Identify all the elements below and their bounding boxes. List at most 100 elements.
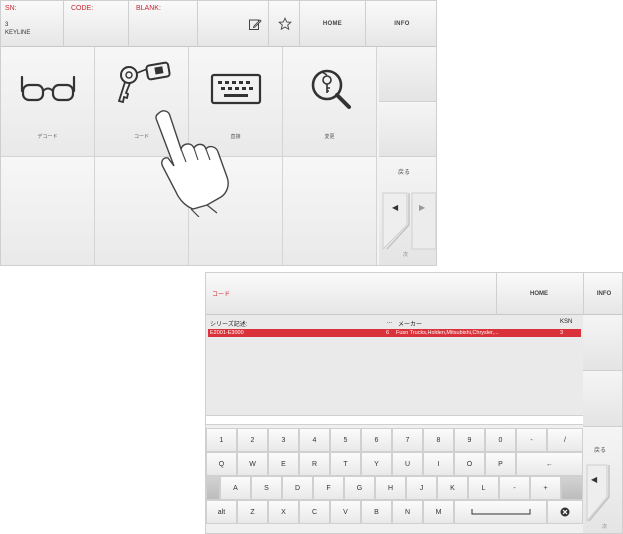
key[interactable]: -	[516, 428, 547, 452]
key[interactable]: 0	[485, 428, 516, 452]
menu-tile-change[interactable]: 変更	[283, 47, 377, 157]
nav-arrows-panel	[382, 192, 436, 251]
key[interactable]: 5	[330, 428, 361, 452]
clear-icon	[560, 507, 570, 517]
key[interactable]: G	[344, 476, 375, 500]
column-header-ksn: KSN	[560, 319, 573, 325]
key[interactable]: X	[268, 500, 299, 524]
key[interactable]: R	[299, 452, 330, 476]
info-button[interactable]: INFO	[366, 1, 436, 47]
key[interactable]: 9	[454, 428, 485, 452]
sn-number: 3	[5, 22, 9, 28]
previous-arrow-icon[interactable]: ◀	[392, 203, 398, 212]
cell-series: E2001-E3000	[210, 330, 244, 336]
back-button[interactable]: 戻る	[398, 167, 410, 176]
info-button[interactable]: INFO	[584, 273, 622, 315]
key[interactable]: I	[423, 452, 454, 476]
key[interactable]: D	[282, 476, 313, 500]
keyline-text: KEYLINE	[5, 30, 31, 36]
key[interactable]: 2	[237, 428, 268, 452]
next-button[interactable]: 次	[403, 251, 408, 258]
key[interactable]: S	[251, 476, 282, 500]
key[interactable]: F	[313, 476, 344, 500]
key[interactable]: T	[330, 452, 361, 476]
sn-value: 3 KEYLINE	[5, 21, 30, 37]
empty-tile	[283, 157, 377, 265]
key[interactable]: 6	[361, 428, 392, 452]
shift-key[interactable]	[206, 476, 220, 500]
previous-arrow-icon[interactable]: ◀	[591, 475, 597, 484]
side-slot	[583, 315, 622, 371]
back-button[interactable]: 戻る	[594, 445, 606, 454]
key[interactable]: 4	[299, 428, 330, 452]
key[interactable]: J	[406, 476, 437, 500]
column-header-maker: メーカー	[398, 322, 423, 328]
code-label: CODE:	[71, 5, 94, 12]
key[interactable]: 3	[268, 428, 299, 452]
key[interactable]: O	[454, 452, 485, 476]
decode-label: デコード	[37, 134, 58, 140]
key[interactable]: V	[330, 500, 361, 524]
cell-maker: Fuso Trucks,Holden,Mitsubishi,Chrysler,.…	[396, 330, 499, 336]
key[interactable]: -	[499, 476, 530, 500]
side-slot	[379, 102, 436, 157]
on-screen-keyboard: 1 2 3 4 5 6 7 8 9 0 - / Q W E R T Y U I …	[206, 425, 583, 533]
menu-tile-decode[interactable]: デコード	[1, 47, 95, 157]
space-key[interactable]	[454, 500, 547, 524]
key[interactable]: 8	[423, 428, 454, 452]
cell-count: 6	[386, 330, 390, 336]
key[interactable]: K	[437, 476, 468, 500]
empty-tile	[1, 157, 95, 265]
search-input[interactable]	[206, 415, 583, 425]
key[interactable]: B	[361, 500, 392, 524]
key[interactable]: N	[392, 500, 423, 524]
key[interactable]: C	[299, 500, 330, 524]
star-icon	[278, 17, 292, 31]
key[interactable]: Q	[206, 452, 237, 476]
column-header-series: シリーズ記述:	[210, 322, 248, 328]
table-row[interactable]: E2001-E3000 6 Fuso Trucks,Holden,Mitsubi…	[208, 329, 581, 337]
main-menu-screen: SN: 3 KEYLINE CODE: BLANK: HOME INFO デコー…	[0, 0, 437, 266]
alt-key[interactable]: alt	[206, 500, 237, 524]
blank-label: BLANK:	[136, 5, 161, 12]
next-button[interactable]: 次	[602, 523, 607, 530]
next-arrow-icon[interactable]: ▶	[419, 203, 425, 212]
keyboard-icon	[210, 73, 261, 105]
edit-button[interactable]	[241, 1, 269, 47]
key[interactable]: U	[392, 452, 423, 476]
key[interactable]: Y	[361, 452, 392, 476]
key[interactable]: /	[547, 428, 583, 452]
backspace-key[interactable]: ←	[516, 452, 583, 476]
code-search-screen: コード HOME INFO シリーズ記述: ... メーカー KSN E2001…	[205, 272, 623, 534]
glasses-icon	[20, 75, 75, 102]
home-button[interactable]: HOME	[497, 273, 581, 315]
header-divider	[197, 1, 198, 47]
key[interactable]: P	[485, 452, 516, 476]
clear-key[interactable]	[547, 500, 583, 524]
space-bar-icon	[471, 509, 530, 515]
favorite-button[interactable]	[271, 1, 299, 47]
key[interactable]: Z	[237, 500, 268, 524]
key[interactable]: L	[468, 476, 499, 500]
change-label: 変更	[324, 134, 335, 140]
sn-label: SN:	[5, 5, 17, 12]
home-button[interactable]: HOME	[300, 1, 365, 47]
key[interactable]: M	[423, 500, 454, 524]
key[interactable]: A	[220, 476, 251, 500]
key[interactable]: W	[237, 452, 268, 476]
header-divider	[63, 1, 64, 47]
column-header-count: ...	[387, 319, 393, 325]
root: SN: 3 KEYLINE CODE: BLANK: HOME INFO デコー…	[0, 0, 623, 534]
enter-key[interactable]	[561, 476, 583, 500]
key[interactable]: 1	[206, 428, 237, 452]
key-tag-icon	[117, 61, 171, 104]
side-slot	[583, 371, 622, 427]
key[interactable]: E	[268, 452, 299, 476]
key[interactable]: 7	[392, 428, 423, 452]
key[interactable]: +	[530, 476, 561, 500]
key[interactable]: H	[375, 476, 406, 500]
results-table: シリーズ記述: ... メーカー KSN E2001-E3000 6 Fuso …	[206, 315, 583, 415]
magnifier-key-icon	[311, 69, 351, 109]
edit-icon	[249, 19, 262, 30]
pointing-hand-icon	[155, 110, 229, 217]
